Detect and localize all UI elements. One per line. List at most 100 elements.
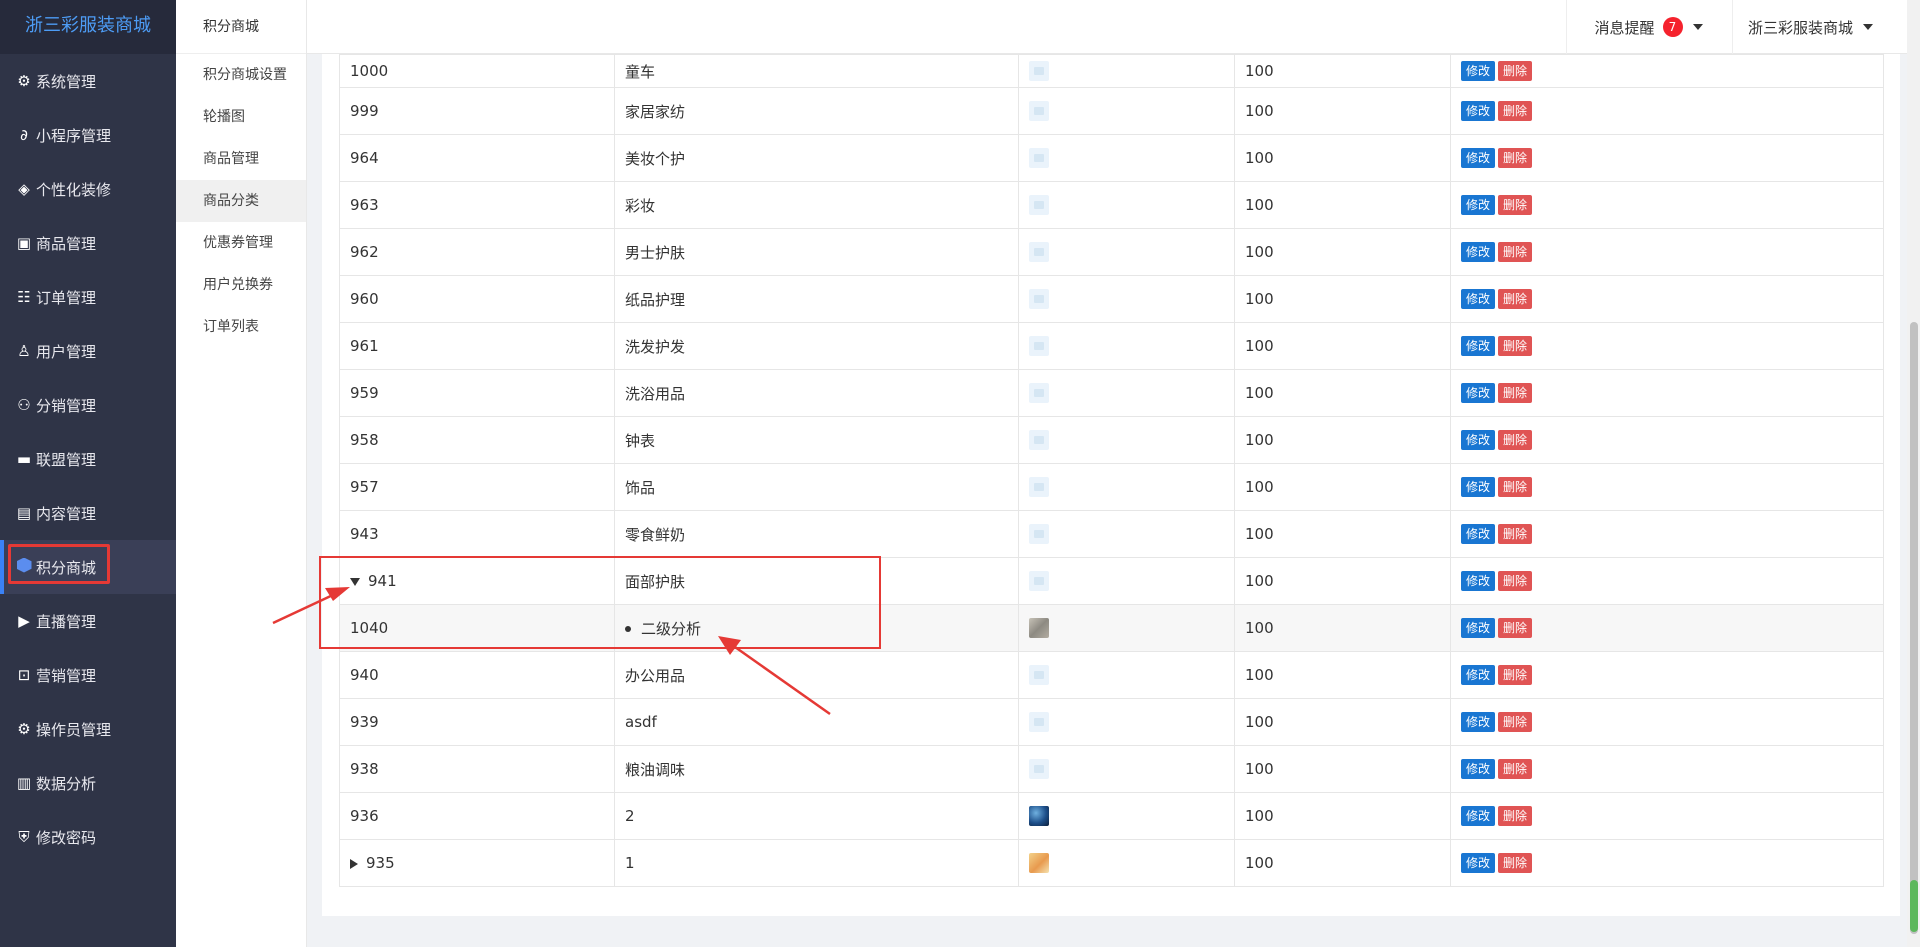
edit-button[interactable]: 修改 <box>1461 618 1496 638</box>
edit-button[interactable]: 修改 <box>1461 242 1496 262</box>
edit-button[interactable]: 修改 <box>1461 430 1496 450</box>
delete-button[interactable]: 删除 <box>1498 430 1533 450</box>
edit-button[interactable]: 修改 <box>1461 289 1496 309</box>
cell-sort: 100 <box>1234 87 1451 135</box>
delete-button[interactable]: 删除 <box>1498 336 1533 356</box>
image-placeholder-icon <box>1029 430 1049 450</box>
subnav-title: 积分商城 <box>176 0 306 54</box>
table-row: 999 家居家纺 100 修改 删除 <box>339 87 1884 135</box>
sidebar-item-users[interactable]: ♙ 用户管理 <box>0 324 176 378</box>
delete-button[interactable]: 删除 <box>1498 618 1533 638</box>
sidebar-item-label: 商品管理 <box>36 234 97 253</box>
cell-name: 童车 <box>614 54 1019 88</box>
cell-name: 二级分析 <box>641 619 702 638</box>
subnav-item-products[interactable]: 商品管理 <box>176 138 306 180</box>
cell-name: 饰品 <box>614 463 1019 511</box>
delete-button[interactable]: 删除 <box>1498 524 1533 544</box>
subnav-item-categories[interactable]: 商品分类 <box>176 180 306 222</box>
delete-button[interactable]: 删除 <box>1498 242 1533 262</box>
subnav-item-order-list[interactable]: 订单列表 <box>176 306 306 348</box>
sidebar-item-distribution[interactable]: ⚇ 分销管理 <box>0 378 176 432</box>
delete-button[interactable]: 删除 <box>1498 571 1533 591</box>
cell-sort: 100 <box>1234 510 1451 558</box>
sidebar-item-products[interactable]: ▣ 商品管理 <box>0 216 176 270</box>
cell-id: 940 <box>339 651 615 699</box>
edit-button[interactable]: 修改 <box>1461 195 1496 215</box>
category-table: 1000 童车 100 修改 删除 999 家居家纺 100 修改 删除 964 美… <box>339 54 1884 887</box>
cell-sort: 100 <box>1234 557 1451 605</box>
delete-button[interactable]: 删除 <box>1498 806 1533 826</box>
subnav-item-banner[interactable]: 轮播图 <box>176 96 306 138</box>
scrollbar-thumb[interactable] <box>1910 322 1918 934</box>
subnav-item-settings[interactable]: 积分商城设置 <box>176 54 306 96</box>
edit-button[interactable]: 修改 <box>1461 853 1496 873</box>
sidebar-item-orders[interactable]: ☷ 订单管理 <box>0 270 176 324</box>
sidebar-item-content[interactable]: ▤ 内容管理 <box>0 486 176 540</box>
edit-button[interactable]: 修改 <box>1461 712 1496 732</box>
sidebar-item-decoration[interactable]: ◈ 个性化装修 <box>0 162 176 216</box>
cube-icon <box>14 557 34 577</box>
main-menu: ⚙ 系统管理 ∂ 小程序管理 ◈ 个性化装修 ▣ 商品管理 ☷ 订单管理 ♙ 用户管理 ⚇ 分… <box>0 54 176 864</box>
expand-triangle-icon[interactable] <box>350 858 358 869</box>
delete-button[interactable]: 删除 <box>1498 712 1533 732</box>
vertical-scrollbar[interactable] <box>1907 0 1920 947</box>
image-placeholder-icon <box>1029 383 1049 403</box>
messages-count-badge: 7 <box>1662 17 1683 37</box>
sidebar-item-password[interactable]: ⛨ 修改密码 <box>0 810 176 864</box>
cell-name: 1 <box>614 839 1019 887</box>
delete-button[interactable]: 删除 <box>1498 61 1533 81</box>
edit-button[interactable]: 修改 <box>1461 524 1496 544</box>
chevron-down-icon <box>1863 24 1873 30</box>
edit-button[interactable]: 修改 <box>1461 665 1496 685</box>
cell-id: 935 <box>366 854 395 872</box>
delete-button[interactable]: 删除 <box>1498 853 1533 873</box>
cell-id: 958 <box>339 416 615 464</box>
cell-name: 洗浴用品 <box>614 369 1019 417</box>
cell-name: 男士护肤 <box>614 228 1019 276</box>
edit-button[interactable]: 修改 <box>1461 148 1496 168</box>
cell-sort: 100 <box>1234 792 1451 840</box>
cell-name: 纸品护理 <box>614 275 1019 323</box>
cell-name: 美妆个护 <box>614 134 1019 182</box>
subnav-item-coupons[interactable]: 优惠券管理 <box>176 222 306 264</box>
main-content: 1000 童车 100 修改 删除 999 家居家纺 100 修改 删除 964 美… <box>322 54 1900 916</box>
sidebar-item-label: 联盟管理 <box>36 450 97 469</box>
delete-button[interactable]: 删除 <box>1498 477 1533 497</box>
sidebar-item-marketing[interactable]: ⊡ 营销管理 <box>0 648 176 702</box>
sidebar-item-miniprogram[interactable]: ∂ 小程序管理 <box>0 108 176 162</box>
messages-dropdown[interactable]: 消息提醒 7 <box>1566 0 1730 54</box>
play-icon: ▶ <box>18 612 30 630</box>
delete-button[interactable]: 删除 <box>1498 759 1533 779</box>
edit-button[interactable]: 修改 <box>1461 383 1496 403</box>
edit-button[interactable]: 修改 <box>1461 477 1496 497</box>
sidebar-item-system[interactable]: ⚙ 系统管理 <box>0 54 176 108</box>
delete-button[interactable]: 删除 <box>1498 148 1533 168</box>
category-thumbnail <box>1029 618 1049 638</box>
cell-sort: 100 <box>1234 745 1451 793</box>
delete-button[interactable]: 删除 <box>1498 665 1533 685</box>
delete-button[interactable]: 删除 <box>1498 101 1533 121</box>
scrollbar-indicator <box>1910 880 1918 932</box>
delete-button[interactable]: 删除 <box>1498 289 1533 309</box>
sidebar-item-operators[interactable]: ⚙ 操作员管理 <box>0 702 176 756</box>
table-row: 940 办公用品 100 修改 删除 <box>339 651 1884 699</box>
sidebar-item-live[interactable]: ▶ 直播管理 <box>0 594 176 648</box>
table-row: 957 饰品 100 修改 删除 <box>339 463 1884 511</box>
edit-button[interactable]: 修改 <box>1461 759 1496 779</box>
sidebar-item-points-mall[interactable]: 积分商城 <box>0 540 176 594</box>
shop-dropdown[interactable]: 浙三彩服装商城 <box>1732 0 1888 54</box>
cell-sort: 100 <box>1234 839 1451 887</box>
edit-button[interactable]: 修改 <box>1461 101 1496 121</box>
edit-button[interactable]: 修改 <box>1461 61 1496 81</box>
image-placeholder-icon <box>1029 242 1049 262</box>
edit-button[interactable]: 修改 <box>1461 571 1496 591</box>
edit-button[interactable]: 修改 <box>1461 806 1496 826</box>
sidebar-item-label: 数据分析 <box>36 774 97 793</box>
delete-button[interactable]: 删除 <box>1498 383 1533 403</box>
delete-button[interactable]: 删除 <box>1498 195 1533 215</box>
subnav-item-user-vouchers[interactable]: 用户兑换券 <box>176 264 306 306</box>
edit-button[interactable]: 修改 <box>1461 336 1496 356</box>
sidebar-item-alliance[interactable]: ▬ 联盟管理 <box>0 432 176 486</box>
sidebar-item-analytics[interactable]: ▥ 数据分析 <box>0 756 176 810</box>
collapse-triangle-icon[interactable] <box>350 577 360 586</box>
